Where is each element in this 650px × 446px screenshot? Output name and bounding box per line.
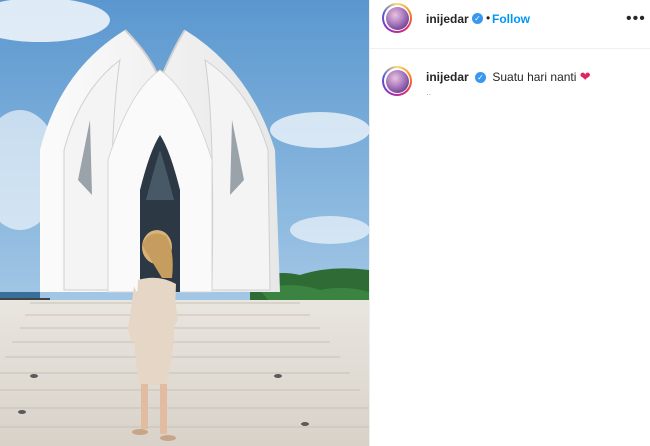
chapel-photo xyxy=(0,0,369,446)
verified-badge-icon: ✓ xyxy=(475,72,487,84)
profile-picture xyxy=(385,6,409,30)
post-timestamp[interactable]: ·· xyxy=(426,90,431,99)
post-header: inijedar ✓ • Follow ••• xyxy=(370,0,650,49)
caption-username[interactable]: inijedar xyxy=(426,70,469,84)
username[interactable]: inijedar xyxy=(426,12,469,26)
heart-emoji-icon: ❤ xyxy=(579,69,591,84)
verified-badge-icon: ✓ xyxy=(472,13,483,24)
caption: inijedar ✓ Suatu hari nanti ❤ xyxy=(426,69,591,85)
separator-dot: • xyxy=(486,11,491,25)
caption-text: Suatu hari nanti xyxy=(492,70,577,84)
caption-avatar[interactable] xyxy=(382,66,412,96)
post-photo xyxy=(0,0,369,446)
avatar[interactable] xyxy=(382,3,412,33)
follow-button[interactable]: Follow xyxy=(492,12,530,26)
more-options-icon[interactable]: ••• xyxy=(626,10,646,28)
profile-picture xyxy=(385,69,409,93)
post-side-panel: inijedar ✓ • Follow ••• inijedar ✓ Suatu… xyxy=(369,0,650,446)
